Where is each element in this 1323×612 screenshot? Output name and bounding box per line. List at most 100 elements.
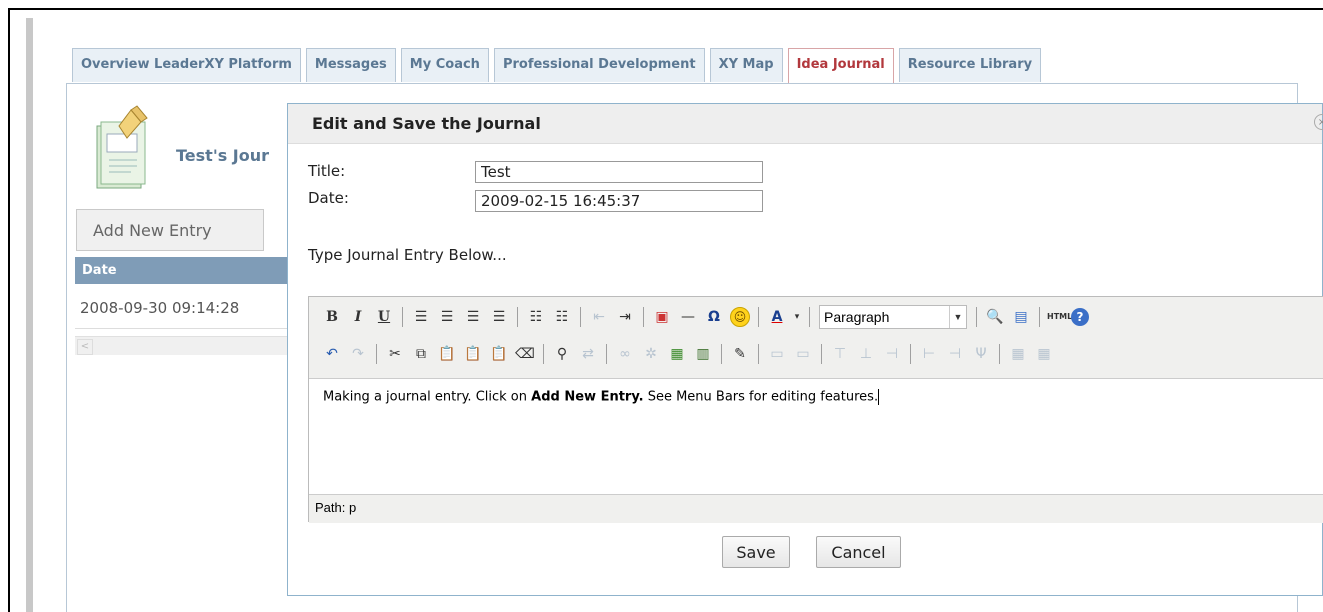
image-icon[interactable]: ▦ <box>666 343 688 365</box>
toolbar-separator <box>580 307 581 327</box>
date-field[interactable] <box>475 190 763 212</box>
grid-header-date[interactable]: Date <box>75 257 290 284</box>
align-center-icon[interactable]: ☰ <box>436 306 458 328</box>
paste-word-icon[interactable]: 📋 <box>488 343 510 365</box>
text-color-icon[interactable]: A <box>766 306 788 328</box>
left-scroll-bar <box>26 18 33 612</box>
content-text: Making a journal entry. Click on <box>323 389 532 405</box>
horizontal-rule-icon[interactable]: — <box>677 306 699 328</box>
replace-icon[interactable]: ⇄ <box>577 343 599 365</box>
bold-icon[interactable]: B <box>321 306 343 328</box>
save-button[interactable]: Save <box>722 536 790 568</box>
toolbar-separator <box>910 344 911 364</box>
copy-icon[interactable]: ⧉ <box>410 343 432 365</box>
table-row-props-icon[interactable]: ▭ <box>766 343 788 365</box>
text-cursor <box>878 389 880 405</box>
merge-cells-icon[interactable]: ▦ <box>1033 343 1055 365</box>
undo-icon[interactable]: ↶ <box>321 343 343 365</box>
toolbar-separator <box>606 344 607 364</box>
italic-icon[interactable]: I <box>347 306 369 328</box>
horizontal-scrollbar[interactable]: < <box>75 336 290 355</box>
anchor-icon[interactable]: ▣ <box>651 306 673 328</box>
format-select[interactable]: Paragraph ▼ <box>819 305 967 329</box>
fullscreen-icon[interactable]: ▤ <box>1010 306 1032 328</box>
insert-col-after-icon[interactable]: ⊣ <box>944 343 966 365</box>
toolbar-separator <box>999 344 1000 364</box>
link-icon[interactable]: ∞ <box>614 343 636 365</box>
toolbar-separator <box>758 307 759 327</box>
toolbar-separator <box>643 307 644 327</box>
chevron-down-icon[interactable]: ▼ <box>949 306 966 328</box>
editor-content[interactable]: Making a journal entry. Click on Add New… <box>323 389 880 405</box>
content-text-end: See Menu Bars for editing features. <box>643 389 879 405</box>
toolbar-separator <box>721 344 722 364</box>
paste-text-icon[interactable]: 📋 <box>462 343 484 365</box>
indent-icon[interactable]: ⇥ <box>614 306 636 328</box>
underline-icon[interactable]: U <box>373 306 395 328</box>
tab-my-coach[interactable]: My Coach <box>400 48 489 82</box>
toolbar-separator <box>543 344 544 364</box>
align-justify-icon[interactable]: ☰ <box>488 306 510 328</box>
paste-icon[interactable]: 📋 <box>436 343 458 365</box>
outdent-icon[interactable]: ⇤ <box>588 306 610 328</box>
tab-overview[interactable]: Overview LeaderXY Platform <box>72 48 301 82</box>
tab-resource-library[interactable]: Resource Library <box>898 48 1042 82</box>
table-cell-props-icon[interactable]: ▭ <box>792 343 814 365</box>
insert-row-before-icon[interactable]: ⊤ <box>829 343 851 365</box>
content-bold-text: Add New Entry. <box>531 389 644 405</box>
edit-cleanup-icon[interactable]: ✎ <box>729 343 751 365</box>
align-left-icon[interactable]: ☰ <box>410 306 432 328</box>
cut-icon[interactable]: ✂ <box>384 343 406 365</box>
close-icon[interactable]: × <box>1314 114 1323 130</box>
find-icon[interactable]: ⚲ <box>551 343 573 365</box>
align-right-icon[interactable]: ☰ <box>462 306 484 328</box>
cancel-button[interactable]: Cancel <box>816 536 901 568</box>
help-icon[interactable]: ? <box>1071 308 1089 326</box>
eraser-icon[interactable]: ⌫ <box>514 343 536 365</box>
title-field[interactable] <box>475 161 763 183</box>
delete-col-icon[interactable]: Ψ <box>970 343 992 365</box>
journal-title: Test's Jour <box>176 146 270 165</box>
edit-journal-dialog: Edit and Save the Journal × Title: Date:… <box>287 103 1323 596</box>
toolbar-separator <box>1039 307 1040 327</box>
special-character-icon[interactable]: Ω <box>703 306 725 328</box>
split-cells-icon[interactable]: ▦ <box>1007 343 1029 365</box>
main-tabs: Overview LeaderXY Platform Messages My C… <box>72 48 1042 84</box>
delete-row-icon[interactable]: ⊣ <box>881 343 903 365</box>
entry-instructions: Type Journal Entry Below... <box>308 246 507 264</box>
toolbar-separator <box>821 344 822 364</box>
emoticon-icon[interactable]: ☺ <box>729 306 751 328</box>
text-color-dropdown-icon[interactable]: ▾ <box>792 306 802 328</box>
preview-icon[interactable]: 🔍 <box>984 306 1006 328</box>
format-select-value: Paragraph <box>824 309 890 325</box>
toolbar-separator <box>758 344 759 364</box>
toolbar-row-2: ↶ ↷ ✂ ⧉ 📋 📋 📋 ⌫ ⚲ ⇄ ∞ ✲ ▦ ▥ ✎ ▭ ▭ ⊤ ⊥ ⊣ … <box>319 339 1057 369</box>
unlink-icon[interactable]: ✲ <box>640 343 662 365</box>
insert-row-after-icon[interactable]: ⊥ <box>855 343 877 365</box>
editor-toolbar: B I U ☰ ☰ ☰ ☰ ☷ ☷ ⇤ ⇥ ▣ — Ω ☺ A ▾ Paragr… <box>309 297 1323 379</box>
toolbar-separator <box>809 307 810 327</box>
tab-idea-journal[interactable]: Idea Journal <box>787 48 894 84</box>
tab-xy-map[interactable]: XY Map <box>709 48 783 82</box>
table-row[interactable]: 2008-09-30 09:14:28 <box>75 287 290 329</box>
rich-text-editor: B I U ☰ ☰ ☰ ☰ ☷ ☷ ⇤ ⇥ ▣ — Ω ☺ A ▾ Paragr… <box>308 296 1323 523</box>
toolbar-row-1: B I U ☰ ☰ ☰ ☰ ☷ ☷ ⇤ ⇥ ▣ — Ω ☺ A ▾ Paragr… <box>319 302 1089 332</box>
add-new-entry-button[interactable]: Add New Entry <box>76 209 264 251</box>
toolbar-separator <box>517 307 518 327</box>
bullet-list-icon[interactable]: ☷ <box>525 306 547 328</box>
dialog-title: Edit and Save the Journal <box>288 104 1322 144</box>
toolbar-separator <box>376 344 377 364</box>
tab-professional-development[interactable]: Professional Development <box>493 48 705 82</box>
journal-icon <box>96 105 148 189</box>
title-label: Title: <box>308 162 346 180</box>
toolbar-separator <box>976 307 977 327</box>
tab-messages[interactable]: Messages <box>305 48 396 82</box>
html-source-icon[interactable]: HTML <box>1047 306 1072 328</box>
media-icon[interactable]: ▥ <box>692 343 714 365</box>
insert-col-before-icon[interactable]: ⊢ <box>918 343 940 365</box>
scroll-left-icon[interactable]: < <box>77 339 93 355</box>
toolbar-separator <box>402 307 403 327</box>
numbered-list-icon[interactable]: ☷ <box>551 306 573 328</box>
redo-icon[interactable]: ↷ <box>347 343 369 365</box>
date-label: Date: <box>308 189 349 207</box>
